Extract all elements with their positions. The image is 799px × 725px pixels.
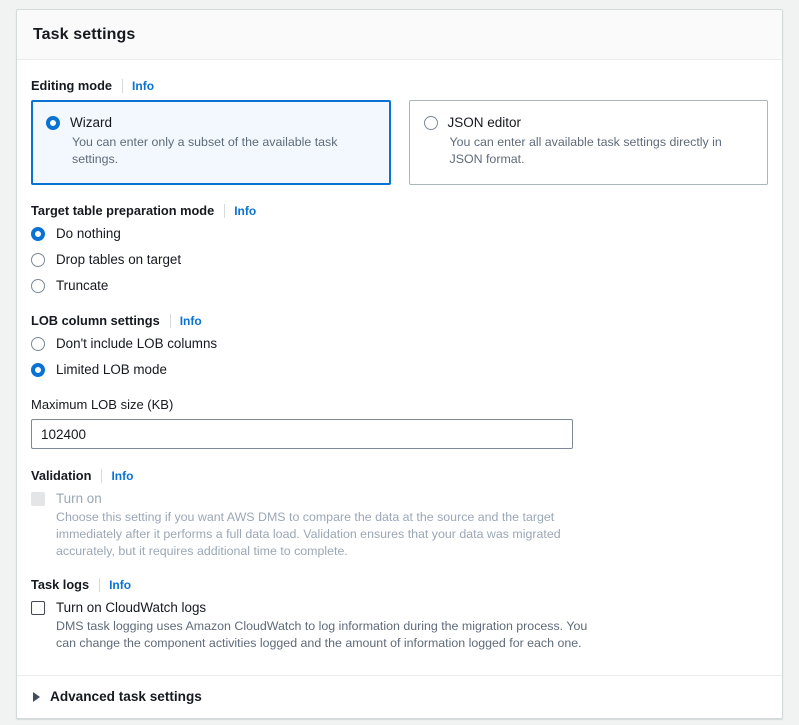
validation-turn-on-row: Turn on [31, 490, 768, 507]
checkbox-icon-cloudwatch-logs[interactable] [31, 601, 45, 615]
editing-mode-label-row: Editing mode Info [31, 78, 768, 93]
editing-mode-field: Editing mode Info Wizard You can enter o… [31, 78, 768, 185]
lob-settings-label-row: LOB column settings Info [31, 313, 768, 328]
radio-label-do-nothing: Do nothing [56, 226, 121, 241]
radio-option-do-nothing[interactable]: Do nothing [31, 225, 768, 242]
page-title: Task settings [33, 26, 136, 43]
tile-description-wizard: You can enter only a subset of the avail… [72, 135, 338, 166]
task-logs-label-row: Task logs Info [31, 577, 768, 592]
tile-description-json-editor: You can enter all available task setting… [449, 135, 722, 166]
panel-header: Task settings [17, 10, 782, 60]
lob-column-settings-field: LOB column settings Info Don't include L… [31, 313, 768, 378]
lob-settings-label: LOB column settings [31, 313, 160, 328]
task-settings-panel: Task settings Editing mode Info Wizard Y… [16, 9, 783, 719]
radio-label-no-lob: Don't include LOB columns [56, 336, 218, 351]
advanced-task-settings-expander[interactable]: Advanced task settings [33, 689, 766, 704]
radio-icon-drop-tables[interactable] [31, 253, 45, 267]
chevron-right-icon [33, 691, 40, 702]
label-divider [224, 203, 226, 218]
max-lob-size-input[interactable] [31, 419, 573, 449]
radio-option-limited-lob[interactable]: Limited LOB mode [31, 361, 768, 378]
editing-mode-info-link[interactable]: Info [132, 79, 154, 93]
validation-label-row: Validation Info [31, 468, 768, 483]
lob-settings-info-link[interactable]: Info [180, 314, 202, 328]
radio-icon-truncate[interactable] [31, 279, 45, 293]
target-table-prep-label-row: Target table preparation mode Info [31, 203, 768, 218]
radio-icon-limited-lob[interactable] [31, 363, 45, 377]
panel-body: Editing mode Info Wizard You can enter o… [17, 60, 782, 675]
tile-title-json-editor: JSON editor [447, 115, 522, 130]
tile-head: JSON editor [423, 114, 754, 131]
label-divider [101, 468, 103, 483]
label-divider [99, 577, 101, 592]
radio-icon-do-nothing[interactable] [31, 227, 45, 241]
cloudwatch-logs-row[interactable]: Turn on CloudWatch logs [31, 599, 768, 616]
radio-option-truncate[interactable]: Truncate [31, 277, 768, 294]
cloudwatch-logs-label: Turn on CloudWatch logs [56, 600, 207, 615]
radio-icon-wizard[interactable] [46, 116, 60, 130]
editing-mode-tiles: Wizard You can enter only a subset of th… [31, 100, 768, 185]
tile-title-wizard: Wizard [70, 115, 113, 130]
validation-info-link[interactable]: Info [111, 469, 133, 483]
max-lob-size-label: Maximum LOB size (KB) [31, 397, 174, 412]
tile-head: Wizard [46, 114, 376, 131]
panel-footer: Advanced task settings [17, 675, 782, 718]
validation-field: Validation Info Turn on Choose this sett… [31, 468, 768, 560]
radio-icon-no-lob[interactable] [31, 337, 45, 351]
checkbox-icon-validation [31, 492, 45, 506]
label-divider [122, 78, 124, 93]
radio-label-limited-lob: Limited LOB mode [56, 362, 167, 377]
task-logs-info-link[interactable]: Info [109, 578, 131, 592]
editing-mode-tile-wizard[interactable]: Wizard You can enter only a subset of th… [31, 100, 391, 185]
task-logs-field: Task logs Info Turn on CloudWatch logs D… [31, 577, 768, 652]
radio-label-drop-tables: Drop tables on target [56, 252, 182, 267]
radio-option-no-lob[interactable]: Don't include LOB columns [31, 335, 768, 352]
validation-label: Validation [31, 468, 92, 483]
radio-icon-json-editor[interactable] [423, 116, 438, 130]
radio-label-truncate: Truncate [56, 278, 109, 293]
task-logs-help-text: DMS task logging uses Amazon CloudWatch … [56, 619, 588, 650]
radio-option-drop-tables[interactable]: Drop tables on target [31, 251, 768, 268]
validation-checkbox-label: Turn on [56, 491, 102, 506]
max-lob-size-field: Maximum LOB size (KB) [31, 397, 768, 449]
target-table-prep-info-link[interactable]: Info [234, 204, 256, 218]
advanced-task-settings-label: Advanced task settings [50, 689, 202, 704]
label-divider [169, 313, 171, 328]
task-logs-label: Task logs [31, 577, 90, 592]
target-table-prep-label: Target table preparation mode [31, 203, 215, 218]
target-table-prep-field: Target table preparation mode Info Do no… [31, 203, 768, 294]
editing-mode-tile-json-editor[interactable]: JSON editor You can enter all available … [408, 100, 768, 185]
editing-mode-label: Editing mode [31, 78, 113, 93]
validation-help-text: Choose this setting if you want AWS DMS … [56, 510, 561, 558]
